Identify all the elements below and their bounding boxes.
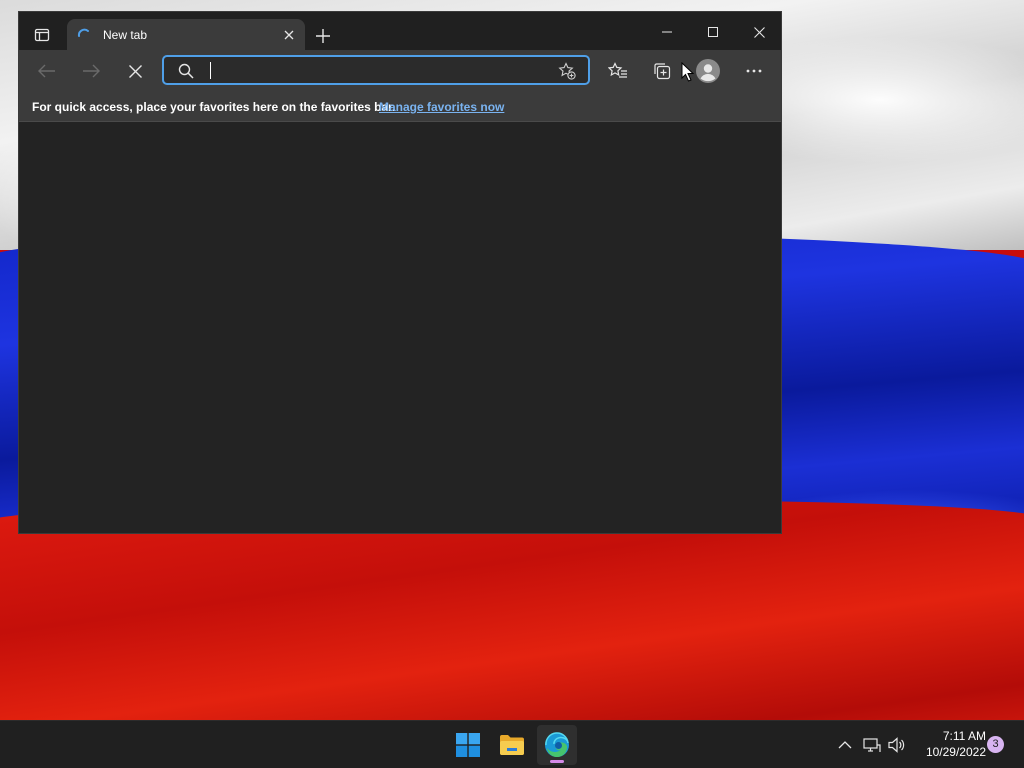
back-arrow-icon <box>38 64 55 78</box>
windows-start-icon <box>456 733 480 757</box>
collections-icon <box>654 63 671 80</box>
taskbar: 7:11 AM 10/29/2022 3 <box>0 720 1024 768</box>
maximize-button[interactable] <box>690 20 736 44</box>
mouse-cursor-icon <box>681 62 695 82</box>
tab-actions-button[interactable] <box>27 24 57 46</box>
volume-button[interactable] <box>887 735 907 755</box>
page-content <box>19 122 781 533</box>
tab-title: New tab <box>103 28 148 42</box>
window-close-button[interactable] <box>736 20 781 44</box>
tab-new-tab[interactable]: New tab <box>67 19 305 50</box>
file-explorer-button[interactable] <box>492 725 532 765</box>
settings-and-more-button[interactable] <box>739 58 769 84</box>
search-icon <box>178 63 194 79</box>
browser-window: New tab For quick access, place your fav… <box>18 11 782 534</box>
close-icon <box>753 26 765 38</box>
plus-icon <box>316 29 330 43</box>
show-hidden-icons-button[interactable] <box>835 735 855 755</box>
close-icon <box>284 30 294 40</box>
address-input[interactable] <box>208 61 538 79</box>
manage-favorites-link[interactable]: Manage favorites now <box>379 100 504 114</box>
system-clock[interactable]: 7:11 AM 10/29/2022 <box>914 728 986 760</box>
favorites-icon <box>608 62 627 78</box>
file-explorer-icon <box>500 735 524 755</box>
collections-button[interactable] <box>647 58 677 84</box>
back-button[interactable] <box>32 58 62 84</box>
navigation-toolbar <box>19 50 781 92</box>
edge-taskbar-button[interactable] <box>537 725 577 765</box>
chevron-up-icon <box>838 741 852 749</box>
favorites-bar: For quick access, place your favorites h… <box>19 92 781 122</box>
minimize-icon <box>662 31 672 33</box>
edge-icon <box>545 732 569 758</box>
active-app-indicator <box>550 760 564 763</box>
forward-arrow-icon <box>83 64 100 78</box>
add-favorite-icon[interactable] <box>558 62 576 80</box>
more-icon <box>746 69 762 73</box>
favorites-bar-message: For quick access, place your favorites h… <box>32 100 396 114</box>
stop-loading-button[interactable] <box>120 58 150 84</box>
profile-icon <box>696 59 720 83</box>
tab-strip: New tab <box>19 12 781 50</box>
network-icon <box>863 738 881 752</box>
notification-badge[interactable]: 3 <box>987 736 1004 753</box>
network-button[interactable] <box>862 735 882 755</box>
maximize-icon <box>708 27 718 37</box>
tab-close-button[interactable] <box>281 27 297 43</box>
clock-time: 7:11 AM <box>942 729 986 743</box>
start-button[interactable] <box>448 725 488 765</box>
text-caret <box>210 62 211 79</box>
profile-button[interactable] <box>693 56 723 86</box>
new-tab-button[interactable] <box>311 25 335 47</box>
forward-button[interactable] <box>76 58 106 84</box>
tab-actions-icon <box>34 28 50 42</box>
volume-icon <box>888 737 905 753</box>
clock-date: 10/29/2022 <box>925 745 986 759</box>
minimize-button[interactable] <box>644 20 690 44</box>
favorites-button[interactable] <box>603 58 633 84</box>
stop-icon <box>128 64 142 78</box>
address-bar[interactable] <box>162 55 590 85</box>
loading-spinner-icon <box>77 28 89 37</box>
